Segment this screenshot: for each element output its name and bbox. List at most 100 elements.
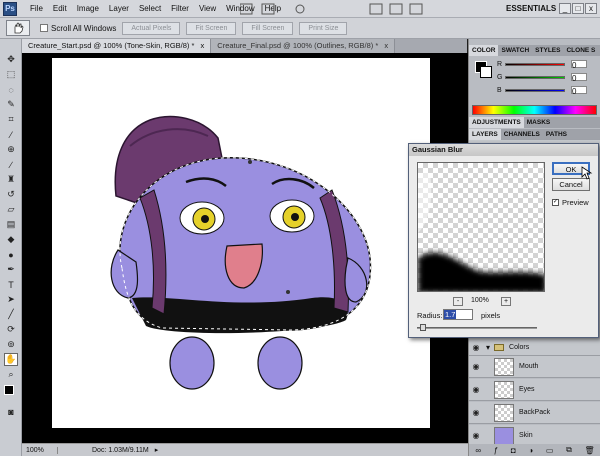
red-value[interactable]: 0 [571, 60, 587, 70]
tab-creature-final[interactable]: Creature_Final.psd @ 100% (Outlines, RGB… [211, 39, 396, 53]
marquee-tool-icon[interactable]: ⬚ [4, 68, 18, 81]
tab-color[interactable]: COLOR [469, 45, 499, 56]
pen-tool-icon[interactable]: ✒ [4, 263, 18, 276]
preview-checkbox[interactable]: ✓ [552, 199, 559, 206]
green-value[interactable]: 0 [571, 73, 587, 83]
tab-paths[interactable]: PATHS [543, 129, 570, 140]
color-panel-tabs: COLOR SWATCH STYLES CLONE S [469, 45, 600, 56]
eye-icon[interactable]: ◉ [470, 431, 482, 440]
history-brush-tool-icon[interactable]: ↺ [4, 188, 18, 201]
tab-masks[interactable]: MASKS [524, 117, 553, 128]
layer-group-colors[interactable]: ◉ ▾ Colors [469, 340, 600, 356]
menu-file[interactable]: File [25, 4, 48, 13]
quick-mask-icon[interactable]: ◙ [4, 405, 18, 418]
type-tool-icon[interactable]: T [4, 278, 18, 291]
zoom-out-button[interactable]: - [453, 297, 463, 306]
layer-backpack[interactable]: ◉ BackPack [469, 402, 600, 424]
menu-filter[interactable]: Filter [166, 4, 194, 13]
red-channel-row: R 0 [497, 60, 587, 70]
tab-layers[interactable]: LAYERS [469, 129, 501, 140]
layer-thumbnail [494, 426, 514, 445]
zoom-in-button[interactable]: + [501, 297, 511, 306]
3d-tool-icon[interactable]: ⟳ [4, 323, 18, 336]
ps-logo: Ps [3, 1, 17, 16]
trash-icon[interactable]: 🗑 [584, 446, 594, 455]
hand-tool-icon[interactable]: ✋ [4, 353, 18, 366]
status-arrow-icon[interactable]: ▸ [155, 446, 159, 454]
minimize-button[interactable]: _ [559, 3, 571, 14]
maximize-button[interactable]: □ [572, 3, 584, 14]
move-tool-icon[interactable]: ✥ [4, 53, 18, 66]
gradient-tool-icon[interactable]: ▤ [4, 218, 18, 231]
green-slider[interactable] [505, 75, 565, 79]
tab-channels[interactable]: CHANNELS [501, 129, 543, 140]
tab-creature-start[interactable]: Creature_Start.psd @ 100% (Tone-Skin, RG… [22, 39, 212, 53]
red-slider[interactable] [505, 62, 565, 66]
eye-icon[interactable]: ◉ [470, 343, 482, 352]
new-group-icon[interactable]: ▭ [546, 446, 554, 455]
menu-view[interactable]: View [194, 4, 221, 13]
print-size-button[interactable]: Print Size [299, 21, 348, 35]
tab-close-icon[interactable]: x [201, 41, 205, 50]
layer-eyes[interactable]: ◉ Eyes [469, 379, 600, 401]
fit-screen-button[interactable]: Fit Screen [186, 21, 237, 35]
layer-thumbnail [494, 403, 514, 422]
path-select-tool-icon[interactable]: ➤ [4, 293, 18, 306]
foreground-color-swatch[interactable] [4, 385, 14, 395]
crop-tool-icon[interactable]: ⌗ [4, 113, 18, 126]
zoom-field[interactable]: 100% [22, 446, 58, 454]
document-canvas[interactable] [52, 58, 430, 428]
eye-icon[interactable]: ◉ [470, 408, 482, 417]
eye-icon[interactable]: ◉ [470, 362, 482, 371]
color-spectrum[interactable] [472, 105, 597, 115]
radius-slider-track[interactable] [417, 327, 537, 329]
dodge-tool-icon[interactable]: ● [4, 248, 18, 261]
chevron-down-icon[interactable]: ▾ [486, 343, 490, 352]
blue-slider[interactable] [505, 88, 565, 92]
new-layer-icon[interactable]: ⧉ [566, 445, 572, 455]
radius-input[interactable]: 1.7 [443, 309, 473, 320]
layer-mouth[interactable]: ◉ Mouth [469, 356, 600, 378]
blur-preview[interactable] [417, 162, 545, 292]
tab-adjustments[interactable]: ADJUSTMENTS [469, 117, 524, 128]
preview-label: Preview [562, 198, 589, 207]
tab-swatch[interactable]: SWATCH [498, 45, 532, 56]
brush-tool-icon[interactable]: ∕ [4, 158, 18, 171]
3d-camera-tool-icon[interactable]: ⊚ [4, 338, 18, 351]
menu-edit[interactable]: Edit [48, 4, 72, 13]
actual-pixels-button[interactable]: Actual Pixels [122, 21, 181, 35]
quick-select-tool-icon[interactable]: ✎ [4, 98, 18, 111]
adjustments-panel-tabs: ADJUSTMENTS MASKS [469, 117, 600, 128]
clone-stamp-tool-icon[interactable]: ♜ [4, 173, 18, 186]
lasso-tool-icon[interactable]: ◌ [4, 83, 18, 96]
blur-tool-icon[interactable]: ◆ [4, 233, 18, 246]
canvas-area [22, 53, 468, 443]
adjustment-layer-icon[interactable]: ◑ [528, 446, 533, 455]
shape-tool-icon[interactable]: ╱ [4, 308, 18, 321]
tab-styles[interactable]: STYLES [532, 45, 563, 56]
menu-layer[interactable]: Layer [104, 4, 134, 13]
eyedropper-tool-icon[interactable]: ⁄ [4, 128, 18, 141]
tab-close-icon[interactable]: x [384, 41, 388, 50]
folder-icon [494, 344, 505, 351]
menu-select[interactable]: Select [134, 4, 166, 13]
mask-icon[interactable]: ◘ [511, 446, 516, 455]
close-button[interactable]: x [585, 3, 597, 14]
radius-slider-thumb[interactable] [420, 324, 426, 331]
scroll-all-windows-checkbox[interactable] [40, 24, 48, 32]
fill-screen-button[interactable]: Fill Screen [242, 21, 294, 35]
workspace-switcher[interactable]: ESSENTIALS [506, 4, 556, 13]
eraser-tool-icon[interactable]: ▱ [4, 203, 18, 216]
tab-clone-source[interactable]: CLONE S [563, 45, 598, 56]
fx-icon[interactable]: ƒ [494, 446, 498, 455]
blue-value[interactable]: 0 [571, 86, 587, 96]
panel-background-swatch[interactable] [480, 66, 492, 78]
link-layers-icon[interactable]: ∞ [475, 446, 481, 455]
healing-tool-icon[interactable]: ⊕ [4, 143, 18, 156]
menu-image[interactable]: Image [72, 4, 104, 13]
zoom-tool-icon[interactable]: ⌕ [4, 368, 18, 381]
layer-thumbnail [494, 357, 514, 376]
dialog-title: Gaussian Blur [409, 144, 598, 156]
eye-icon[interactable]: ◉ [470, 385, 482, 394]
hand-icon[interactable] [6, 20, 30, 36]
